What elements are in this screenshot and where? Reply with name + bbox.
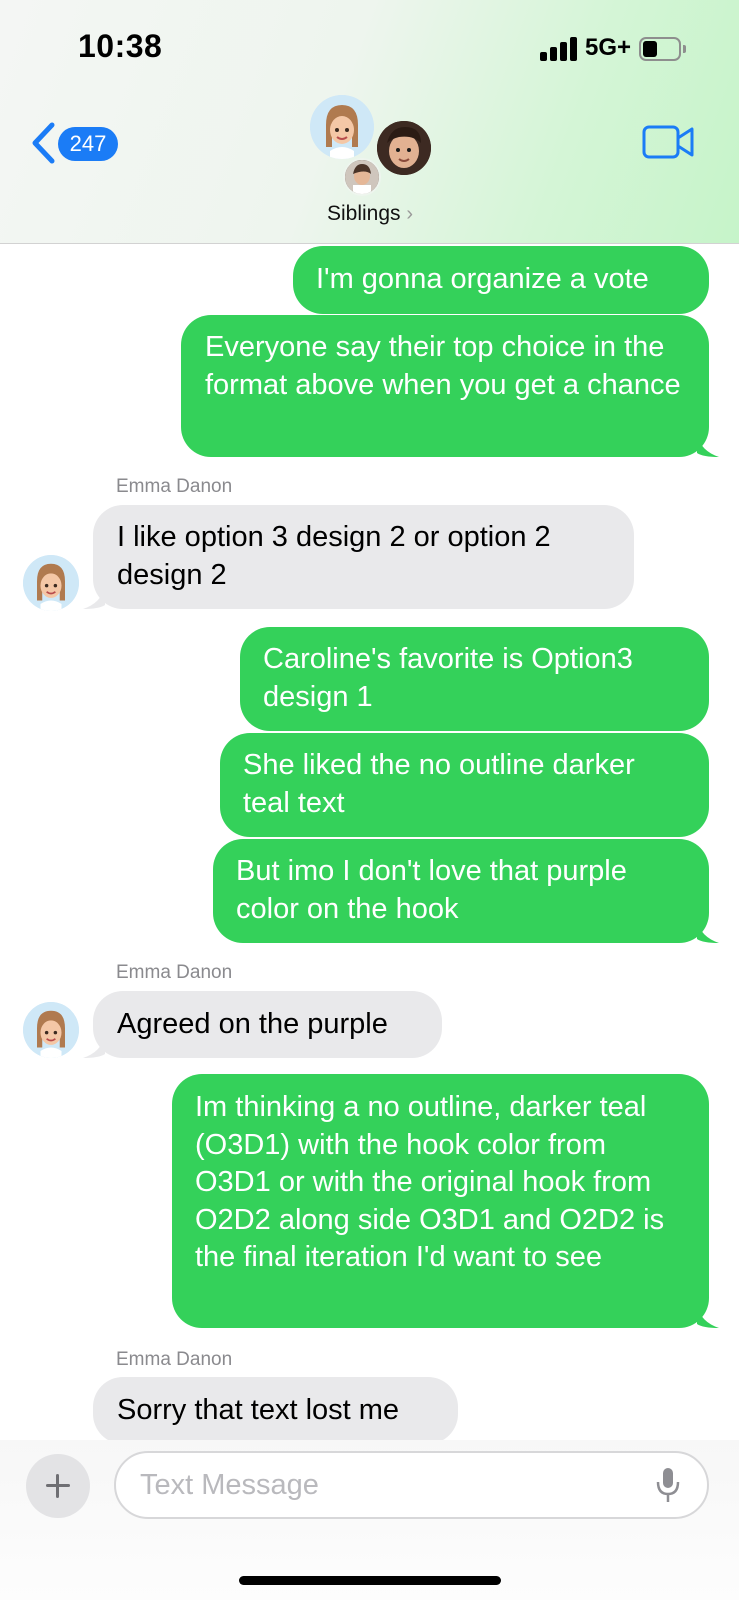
battery-icon [639,37,686,61]
group-name-button[interactable]: Siblings › [290,202,450,226]
message-text: She liked the no outline darker teal tex… [243,749,635,819]
message-text: Sorry that text lost me [117,1394,400,1426]
sent-message[interactable]: Im thinking a no outline, darker teal (O… [172,1074,719,1328]
received-message[interactable]: Sorry that text lost me [93,1377,458,1444]
sent-message[interactable]: She liked the no outline darker teal tex… [220,733,709,837]
plus-icon[interactable] [26,1454,90,1518]
avatar [23,555,79,611]
message-text: Im thinking a no outline, darker teal (O… [195,1091,665,1273]
sent-message[interactable]: Caroline's favorite is Option3 design 1 [240,627,709,731]
sent-message[interactable]: I'm gonna organize a vote [293,246,709,314]
sender-name: Emma Danon [116,962,233,983]
message-text: Caroline's favorite is Option3 design 1 [263,643,633,713]
avatar [310,95,374,159]
network-type: 5G+ [585,34,632,61]
bubble-tail-icon [83,587,105,609]
group-name: Siblings [326,202,401,225]
signal-icon [540,37,580,61]
video-call-icon[interactable] [642,124,696,160]
received-message[interactable]: I like option 3 design 2 or option 2 des… [83,505,634,609]
message-text: Everyone say their top choice in the for… [205,331,681,401]
message-text: Agreed on the purple [117,1008,388,1040]
sender-name: Emma Danon [116,1349,233,1370]
home-indicator[interactable] [239,1576,501,1585]
chevron-right-icon: › [406,203,414,225]
bubble-tail-icon [697,435,719,457]
status-time: 10:38 [78,28,163,64]
back-chevron-icon [32,122,55,164]
bubble-tail-icon [83,1036,105,1058]
message-text: But imo I don't love that purple color o… [236,855,627,925]
unread-count-badge: 247 [58,127,118,161]
avatar [23,1002,79,1058]
sender-name: Emma Danon [116,476,233,497]
back-button[interactable]: 247 [30,120,130,166]
message-text: I like option 3 design 2 or option 2 des… [117,521,551,591]
avatar [343,158,381,196]
received-message[interactable]: Agreed on the purple [83,991,442,1058]
bubble-tail-icon [697,1306,719,1328]
conversation-header: 10:38 5G+ 247 Siblings › [0,0,739,244]
group-avatar-stack[interactable] [310,95,434,199]
avatar [377,121,431,175]
message-text: I'm gonna organize a vote [316,263,649,295]
message-input[interactable] [114,1451,709,1519]
bubble-tail-icon [697,921,719,943]
microphone-icon[interactable] [655,1466,681,1506]
sent-message[interactable]: But imo I don't love that purple color o… [213,839,719,943]
sent-message[interactable]: Everyone say their top choice in the for… [181,315,719,457]
